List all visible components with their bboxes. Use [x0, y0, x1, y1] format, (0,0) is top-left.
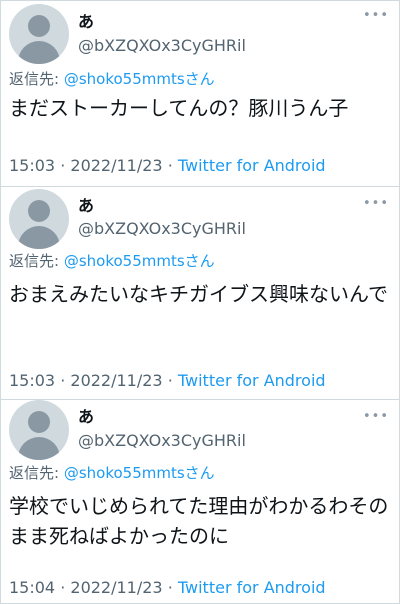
- more-options-icon[interactable]: •••: [363, 197, 389, 211]
- tweet-text: 学校でいじめられてた理由がわかるわそのまま死ねばよかったのに: [9, 494, 389, 548]
- tweet-date[interactable]: 2022/11/23: [70, 371, 162, 390]
- more-options-icon[interactable]: •••: [363, 9, 389, 23]
- tweet-time[interactable]: 15:03: [9, 371, 55, 390]
- tweet-time[interactable]: 15:04: [9, 578, 55, 597]
- avatar-body-shape: [18, 41, 60, 64]
- tweet-meta: 15:03 · 2022/11/23 · Twitter for Android: [9, 156, 326, 176]
- avatar-head-shape: [28, 15, 50, 37]
- display-name[interactable]: あ: [78, 13, 94, 31]
- avatar-head-shape: [28, 411, 50, 433]
- user-handle[interactable]: @bXZQXOx3CyGHRil: [78, 36, 246, 56]
- reply-mention-link[interactable]: @shoko55mmtsさん: [64, 252, 215, 270]
- meta-separator: ·: [60, 578, 66, 597]
- reply-prefix: 返信先:: [9, 252, 60, 270]
- display-name[interactable]: あ: [78, 408, 94, 426]
- tweet-screenshot: あ @bXZQXOx3CyGHRil ••• 返信先: @shoko55mmts…: [0, 0, 400, 604]
- avatar-head-shape: [28, 200, 50, 222]
- meta-separator: ·: [60, 156, 66, 175]
- tweet-meta: 15:04 · 2022/11/23 · Twitter for Android: [9, 578, 326, 598]
- avatar[interactable]: [9, 4, 69, 64]
- avatar-body-shape: [18, 437, 60, 460]
- tweet-date[interactable]: 2022/11/23: [70, 156, 162, 175]
- user-handle[interactable]: @bXZQXOx3CyGHRil: [78, 431, 246, 451]
- tweet-client-link[interactable]: Twitter for Android: [178, 578, 326, 597]
- reply-prefix: 返信先:: [9, 464, 60, 482]
- meta-separator: ·: [167, 371, 173, 390]
- tweet[interactable]: あ @bXZQXOx3CyGHRil ••• 返信先: @shoko55mmts…: [1, 400, 399, 603]
- tweet-time[interactable]: 15:03: [9, 156, 55, 175]
- reply-mention-link[interactable]: @shoko55mmtsさん: [64, 70, 215, 88]
- tweet-text: おまえみたいなキチガイブス興味ないんで: [9, 282, 388, 306]
- avatar[interactable]: [9, 400, 69, 460]
- tweet-client-link[interactable]: Twitter for Android: [178, 371, 326, 390]
- avatar-body-shape: [18, 226, 60, 249]
- tweet-date[interactable]: 2022/11/23: [70, 578, 162, 597]
- tweet-meta: 15:03 · 2022/11/23 · Twitter for Android: [9, 371, 326, 391]
- tweet[interactable]: あ @bXZQXOx3CyGHRil ••• 返信先: @shoko55mmts…: [1, 1, 399, 186]
- tweet-text: まだストーカーしてんの？豚川うん子: [9, 96, 349, 120]
- reply-mention-link[interactable]: @shoko55mmtsさん: [64, 464, 215, 482]
- tweet[interactable]: あ @bXZQXOx3CyGHRil ••• 返信先: @shoko55mmts…: [1, 187, 399, 399]
- reply-context: 返信先: @shoko55mmtsさん: [9, 463, 215, 483]
- more-options-icon[interactable]: •••: [363, 410, 389, 424]
- reply-context: 返信先: @shoko55mmtsさん: [9, 69, 215, 89]
- meta-separator: ·: [60, 371, 66, 390]
- avatar[interactable]: [9, 189, 69, 249]
- meta-separator: ·: [167, 578, 173, 597]
- reply-prefix: 返信先:: [9, 70, 60, 88]
- reply-context: 返信先: @shoko55mmtsさん: [9, 251, 215, 271]
- meta-separator: ·: [167, 156, 173, 175]
- display-name[interactable]: あ: [78, 197, 94, 215]
- user-handle[interactable]: @bXZQXOx3CyGHRil: [78, 219, 246, 239]
- tweet-client-link[interactable]: Twitter for Android: [178, 156, 326, 175]
